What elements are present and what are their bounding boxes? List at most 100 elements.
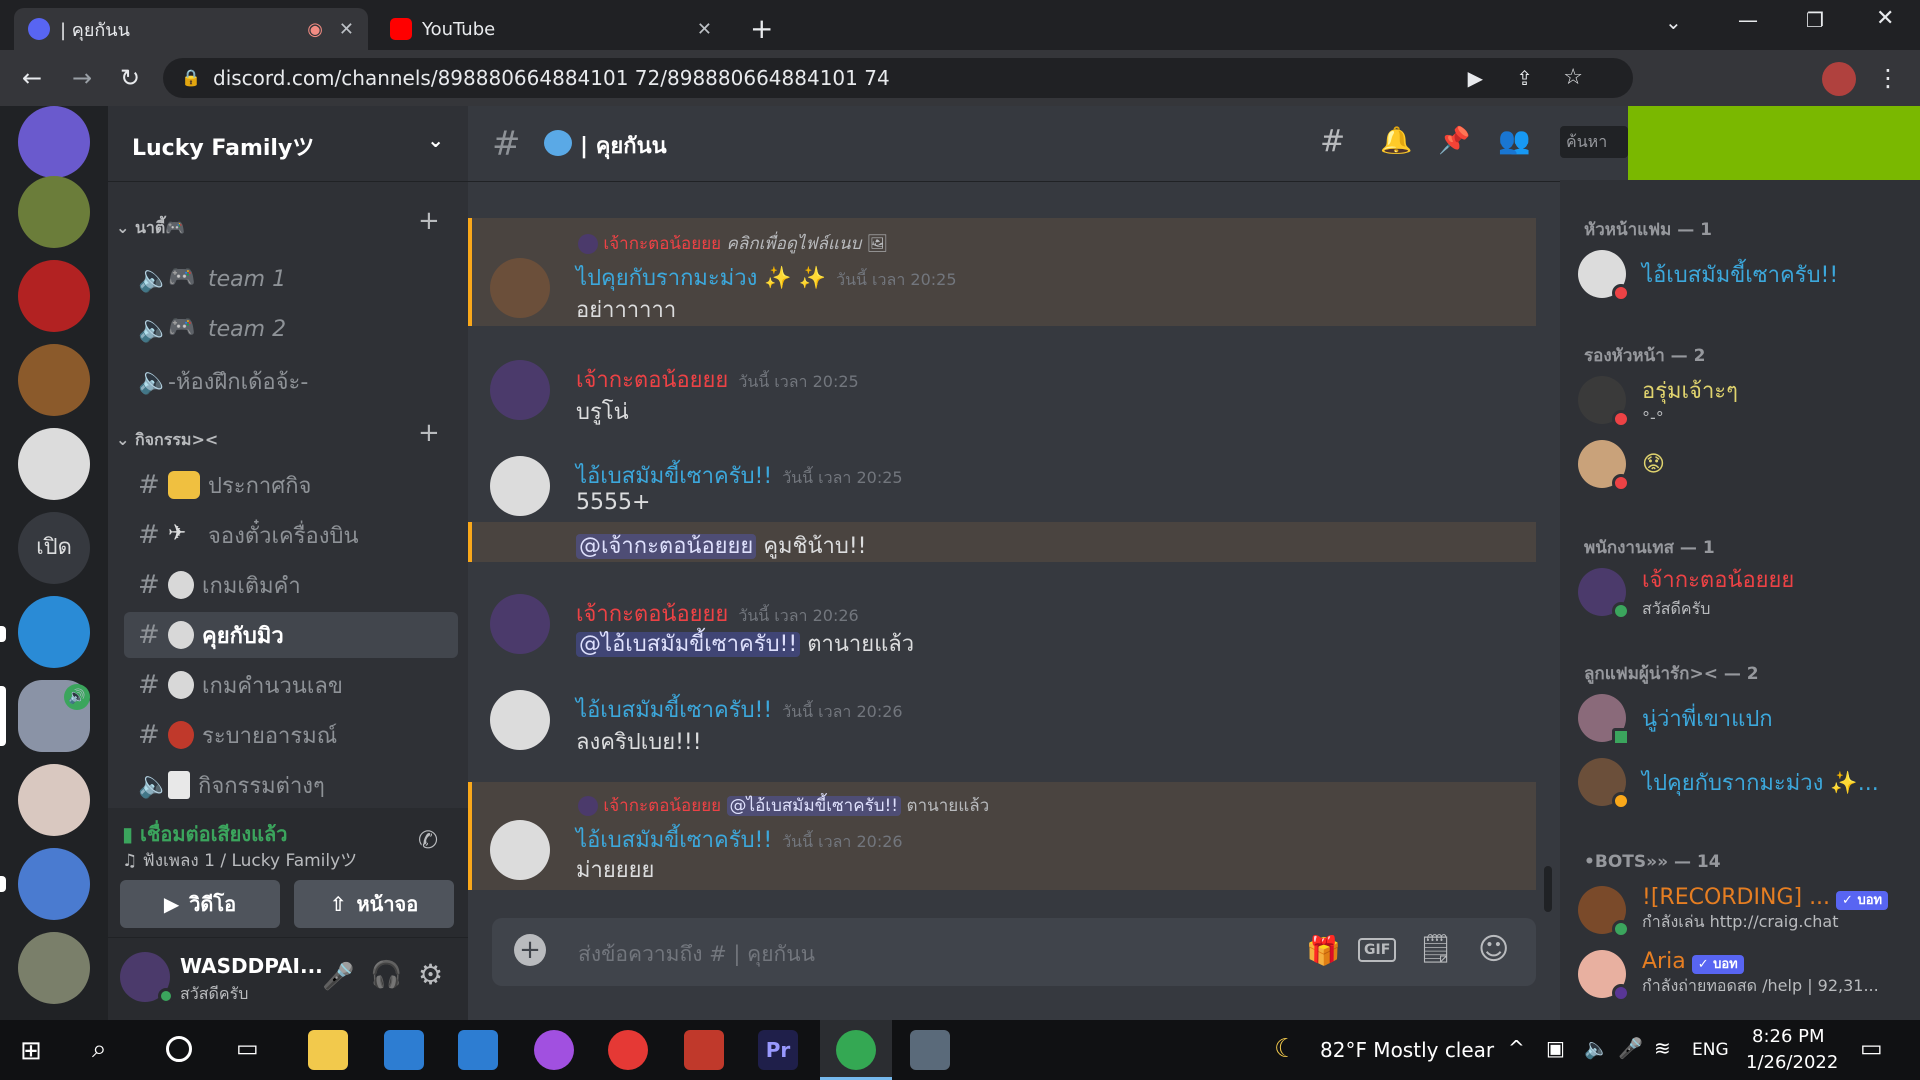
server-icon[interactable] — [18, 932, 90, 1004]
headphones-icon[interactable]: 🎧 — [370, 960, 402, 990]
sticker-icon[interactable]: 🗒 — [1418, 932, 1454, 965]
message-author[interactable]: เจ้ากะตอน้อยยย — [576, 368, 728, 393]
server-icon[interactable] — [18, 848, 90, 920]
forward-button[interactable]: → — [66, 62, 98, 94]
server-header[interactable]: Lucky Familyツ ⌄ — [108, 106, 468, 182]
text-channel[interactable]: # เกมเติมคำ — [124, 562, 458, 608]
add-channel-icon[interactable]: + — [418, 206, 440, 236]
voice-channel[interactable]: 🔈 -ห้องฝึกเด้อจ้ะ- — [124, 358, 458, 404]
reload-button[interactable]: ↻ — [114, 62, 146, 94]
text-channel[interactable]: # ระบายอารมณ์ — [124, 712, 458, 758]
search-input[interactable]: ค้นหา — [1560, 126, 1628, 158]
avatar[interactable] — [490, 258, 550, 318]
user-mention[interactable]: @เจ้ากะตอน้อยยย — [576, 534, 757, 559]
bell-icon[interactable]: 🔔 — [1380, 126, 1412, 156]
member-row[interactable]: ไปคุยกับรากมะม่วง ✨... — [1578, 752, 1879, 812]
reply-preview[interactable]: เจ้ากะตอน้อยยย @ไอ้เบสมัมขี้เซาครับ!! ตา… — [578, 792, 989, 819]
bookmark-star-icon[interactable]: ☆ — [1563, 58, 1583, 98]
server-icon[interactable] — [18, 428, 90, 500]
pin-icon[interactable]: 📌 — [1438, 126, 1470, 156]
address-bar[interactable]: 🔒 discord.com/channels/898880664884101 7… — [163, 58, 1633, 98]
user-mention[interactable]: @ไอ้เบสมัมขี้เซาครับ!! — [576, 632, 801, 657]
opera-icon[interactable] — [608, 1030, 648, 1070]
search-icon[interactable]: ⌕ — [92, 1034, 107, 1065]
microphone-icon[interactable]: 🎤 — [1618, 1036, 1643, 1060]
member-row[interactable]: ![RECORDING] ... ✓ บอท กำลังเล่น http://cr… — [1578, 880, 1889, 940]
mail-icon[interactable] — [458, 1030, 498, 1070]
gift-icon[interactable]: 🎁 — [1306, 934, 1341, 967]
server-icon[interactable] — [18, 260, 90, 332]
share-icon[interactable]: ⇪ — [1516, 58, 1533, 98]
gear-icon[interactable]: ⚙ — [418, 958, 443, 991]
server-icon-blox-fruits[interactable] — [18, 596, 90, 668]
screen-share-button[interactable]: ⇧ หน้าจอ — [294, 880, 454, 928]
chevron-up-icon[interactable]: ^ — [1508, 1036, 1525, 1060]
server-icon[interactable] — [18, 764, 90, 836]
message-author[interactable]: ไปคุยกับรากมะม่วง ✨ ✨ — [576, 266, 826, 291]
member-row[interactable]: ไอ้เบสมัมขี้เซาครับ!! — [1578, 244, 1838, 304]
member-row[interactable]: นู่ว่าพี่เขาแปก — [1578, 688, 1773, 748]
text-channel[interactable]: # เกมคำนวนเลข — [124, 662, 458, 708]
avatar[interactable] — [490, 594, 550, 654]
messenger-icon[interactable] — [534, 1030, 574, 1070]
clock-time[interactable]: 8:26 PM — [1752, 1026, 1825, 1047]
clock-date[interactable]: 1/26/2022 — [1746, 1052, 1838, 1073]
server-icon[interactable] — [18, 106, 90, 178]
weather-text[interactable]: 82°F Mostly clear — [1320, 1038, 1494, 1062]
camera-icon[interactable]: ▶ — [1468, 58, 1483, 98]
message-composer[interactable]: + ส่งข้อความถึง # | คุยกันน 🎁 GIF 🗒 ☺ — [492, 918, 1536, 986]
premiere-icon[interactable]: Pr — [758, 1030, 798, 1070]
text-channel[interactable]: # ประกาศกิจ — [124, 462, 458, 508]
close-icon[interactable]: ✕ — [339, 19, 354, 40]
gif-icon[interactable]: GIF — [1358, 938, 1397, 962]
new-tab-button[interactable]: + — [750, 12, 773, 45]
menu-icon[interactable]: ⋮ — [1872, 62, 1904, 94]
store-icon[interactable] — [384, 1030, 424, 1070]
member-row[interactable]: อรุ่มเจ้าะๆ °-° — [1578, 370, 1738, 430]
tab-discord[interactable]: | คุยกันน ◉ ✕ — [14, 8, 368, 50]
mic-muted-icon[interactable]: 🎤 — [322, 962, 354, 992]
message-author[interactable]: เจ้ากะตอน้อยยย — [576, 602, 728, 627]
network-icon[interactable]: ▣ — [1546, 1036, 1565, 1060]
message-author[interactable]: ไอ้เบสมัมขี้เซาครับ!! — [576, 828, 772, 853]
text-channel-selected[interactable]: # คุยกับมิว — [124, 612, 458, 658]
category-header[interactable]: ⌄ นาตี้🎮 — [116, 216, 185, 241]
category-header[interactable]: ⌄ กิจกรรม>< — [116, 428, 218, 453]
avatar[interactable] — [490, 360, 550, 420]
close-window-button[interactable]: ✕ — [1876, 6, 1894, 31]
wifi-icon[interactable]: ≋ — [1654, 1036, 1671, 1060]
voice-channel-detail[interactable]: ♫ ฟังเพลง 1 / Lucky Familyツ — [122, 846, 357, 874]
video-button[interactable]: ▶ วิดีโอ — [120, 880, 280, 928]
server-icon-text[interactable]: เปิด — [18, 512, 90, 584]
restore-button[interactable]: ❐ — [1806, 8, 1824, 32]
app-icon[interactable] — [910, 1030, 950, 1070]
voice-channel[interactable]: 🔈 🎮 team 2 — [124, 306, 458, 352]
cortana-icon[interactable] — [166, 1036, 192, 1062]
text-channel[interactable]: # ✈ จองตั๋วเครื่องบิน — [124, 512, 458, 558]
scrollbar[interactable] — [1544, 866, 1552, 912]
server-icon[interactable] — [18, 344, 90, 416]
language-indicator[interactable]: ENG — [1692, 1040, 1729, 1060]
emoji-picker-icon[interactable]: ☺ — [1478, 932, 1509, 967]
server-icon[interactable] — [18, 176, 90, 248]
chrome-icon[interactable] — [836, 1030, 876, 1070]
close-icon[interactable]: ✕ — [697, 19, 712, 40]
voice-channel[interactable]: 🔈 🎮 team 1 — [124, 256, 458, 302]
avatar[interactable] — [490, 820, 550, 880]
disconnect-icon[interactable]: ✆ — [418, 826, 438, 854]
profile-avatar[interactable] — [1822, 62, 1856, 96]
back-button[interactable]: ← — [16, 62, 48, 94]
voice-channel[interactable]: 🔈 กิจกรรมต่างๆ — [124, 762, 458, 808]
member-row[interactable]: 😟 — [1578, 434, 1665, 494]
message-author[interactable]: ไอ้เบสมัมขี้เซาครับ!! — [576, 464, 772, 489]
notification-icon[interactable]: ▭ — [1860, 1034, 1883, 1062]
windows-start-icon[interactable]: ⊞ — [20, 1036, 42, 1066]
file-explorer-icon[interactable] — [308, 1030, 348, 1070]
message-author[interactable]: ไอ้เบสมัมขี้เซาครับ!! — [576, 698, 772, 723]
member-row[interactable]: เจ้ากะตอน้อยยย สวัสดีครับ — [1578, 562, 1794, 622]
member-row[interactable]: Aria ✓ บอท กำลังถ่ายทอดสด /help | 92,31... — [1578, 944, 1879, 1004]
threads-icon[interactable]: # — [1320, 124, 1345, 159]
minimize-button[interactable]: — — [1738, 8, 1758, 32]
reply-preview[interactable]: เจ้ากะตอน้อยยย คลิกเพื่อดูไฟล์แนบ 🖼 — [578, 230, 888, 257]
chevron-down-icon[interactable]: ⌄ — [427, 128, 444, 152]
